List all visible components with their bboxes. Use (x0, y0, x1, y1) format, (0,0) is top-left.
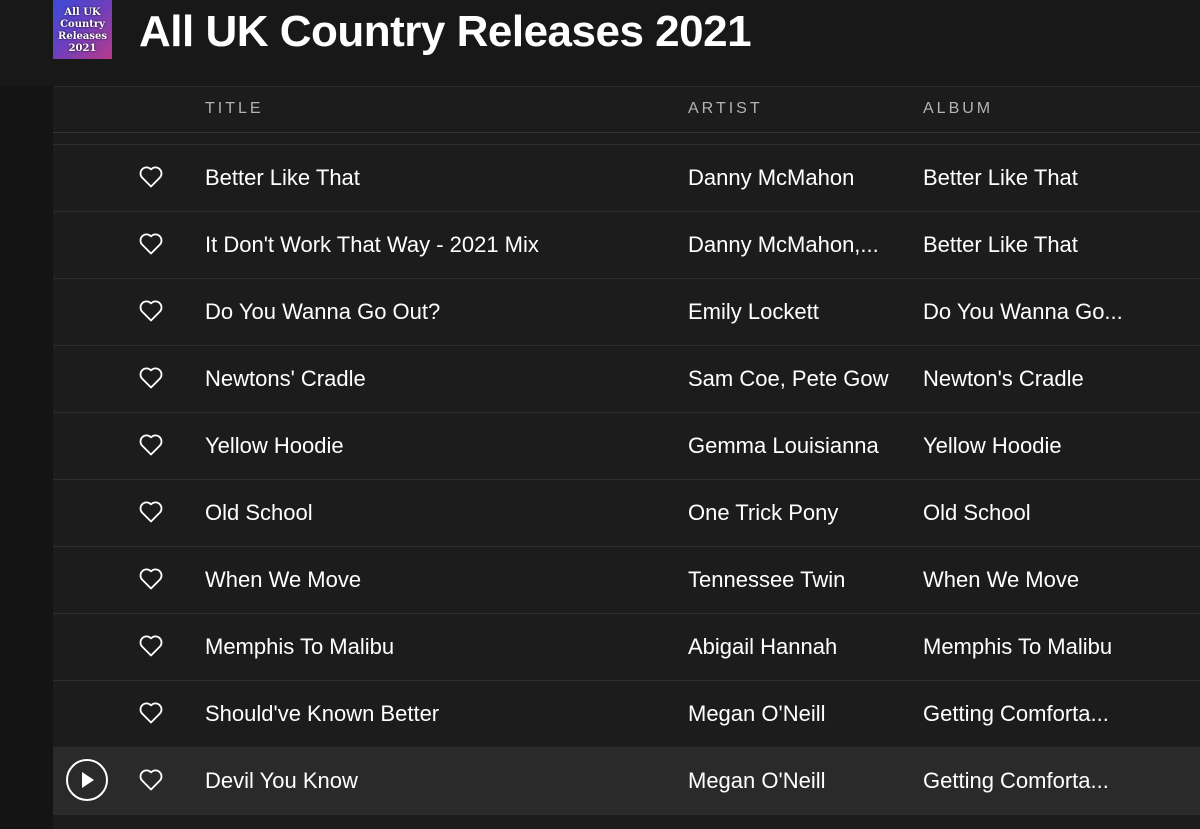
track-row[interactable]: Better Like That Danny McMahon Better Like… (53, 145, 1200, 212)
track-title[interactable]: When We Move (205, 547, 675, 613)
track-row[interactable]: Devil You Know Megan O'Neill Getting Comfo… (53, 748, 1200, 815)
track-title[interactable]: Devil You Know (205, 748, 675, 814)
track-album[interactable]: Newton's Cradle (923, 346, 1193, 412)
track-title[interactable]: Better Like That (205, 145, 675, 211)
playlist-title: All UK Country Releases 2021 (139, 7, 752, 56)
cover-line: Releases (58, 30, 107, 42)
track-title[interactable]: Yellow Hoodie (205, 413, 675, 479)
heart-icon[interactable] (139, 769, 163, 791)
track-row[interactable]: Newtons' Cradle Sam Coe, Pete Gow Newton's… (53, 346, 1200, 413)
track-album[interactable]: Old School (923, 480, 1193, 546)
track-artist[interactable]: Tennessee Twin (688, 547, 913, 613)
track-title[interactable]: Newtons' Cradle (205, 346, 675, 412)
cover-line: Country (60, 18, 105, 30)
track-artist[interactable]: Megan O'Neill (688, 681, 913, 747)
play-button[interactable] (66, 759, 108, 801)
track-artist[interactable]: One Trick Pony (688, 480, 913, 546)
track-title[interactable]: Do You Wanna Go Out? (205, 279, 675, 345)
track-album[interactable]: Better Like That (923, 212, 1193, 278)
playlist-header: All UK Country Releases 2021 All UK Coun… (0, 0, 1200, 87)
track-row[interactable]: Do You Wanna Go Out? Emily Lockett Do You … (53, 279, 1200, 346)
track-artist[interactable]: Sam Coe, Pete Gow (688, 346, 913, 412)
track-artist[interactable]: Danny McMahon,... (688, 212, 913, 278)
heart-icon[interactable] (139, 367, 163, 389)
track-row[interactable]: It Don't Work That Way - 2021 Mix Danny M… (53, 212, 1200, 279)
heart-icon[interactable] (139, 635, 163, 657)
tracklist-rows: Better Like That Danny McMahon Better Like… (53, 144, 1200, 815)
track-album[interactable]: Do You Wanna Go... (923, 279, 1193, 345)
track-album[interactable]: Yellow Hoodie (923, 413, 1193, 479)
track-title[interactable]: Old School (205, 480, 675, 546)
heart-icon[interactable] (139, 568, 163, 590)
track-row[interactable]: Should've Known Better Megan O'Neill Getti… (53, 681, 1200, 748)
track-album[interactable]: Better Like That (923, 145, 1193, 211)
column-header-title[interactable]: TITLE (205, 100, 264, 118)
cover-line: 2021 (68, 42, 97, 54)
playlist-cover-image[interactable]: All UK Country Releases 2021 (53, 0, 112, 59)
heart-icon[interactable] (139, 300, 163, 322)
heart-icon[interactable] (139, 233, 163, 255)
playlist-page: All UK Country Releases 2021 All UK Coun… (0, 0, 1200, 829)
tracklist-table: TITLE ARTIST ALBUM Better Like That Danny… (53, 87, 1200, 829)
track-row[interactable]: Memphis To Malibu Abigail Hannah Memphis T… (53, 614, 1200, 681)
heart-icon[interactable] (139, 501, 163, 523)
track-row[interactable]: Old School One Trick Pony Old School (53, 480, 1200, 547)
cover-line: All UK (64, 6, 101, 18)
column-header-artist[interactable]: ARTIST (688, 100, 763, 118)
heart-icon[interactable] (139, 702, 163, 724)
track-album[interactable]: When We Move (923, 547, 1193, 613)
tracklist-header: TITLE ARTIST ALBUM (53, 87, 1200, 133)
track-album[interactable]: Memphis To Malibu (923, 614, 1193, 680)
track-artist[interactable]: Gemma Louisianna (688, 413, 913, 479)
track-title[interactable]: Should've Known Better (205, 681, 675, 747)
track-title[interactable]: Memphis To Malibu (205, 614, 675, 680)
track-album[interactable]: Getting Comforta... (923, 748, 1193, 814)
track-row[interactable]: Yellow Hoodie Gemma Louisianna Yellow Hood… (53, 413, 1200, 480)
heart-icon[interactable] (139, 434, 163, 456)
track-album[interactable]: Getting Comforta... (923, 681, 1193, 747)
track-artist[interactable]: Emily Lockett (688, 279, 913, 345)
track-artist[interactable]: Abigail Hannah (688, 614, 913, 680)
track-artist[interactable]: Danny McMahon (688, 145, 913, 211)
track-artist[interactable]: Megan O'Neill (688, 748, 913, 814)
track-row[interactable]: When We Move Tennessee Twin When We Move (53, 547, 1200, 614)
heart-icon[interactable] (139, 166, 163, 188)
track-title[interactable]: It Don't Work That Way - 2021 Mix (205, 212, 675, 278)
column-header-album[interactable]: ALBUM (923, 100, 993, 118)
left-rail (0, 86, 53, 829)
